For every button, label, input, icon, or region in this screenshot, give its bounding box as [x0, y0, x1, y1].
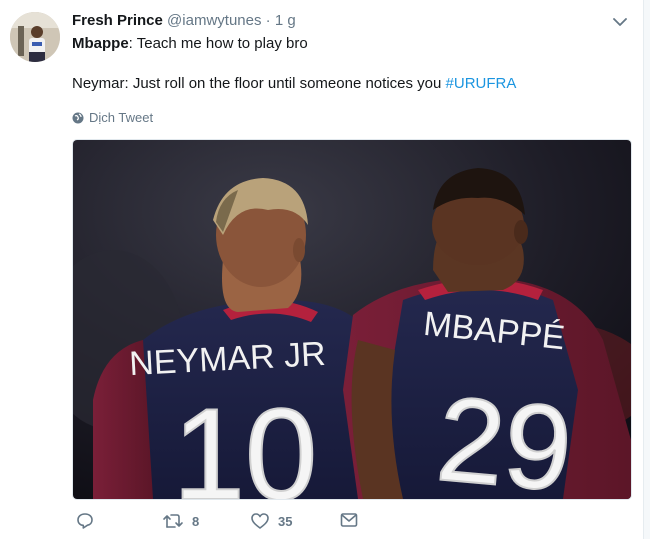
envelope-icon	[340, 513, 358, 527]
tweet-card[interactable]: Fresh Prince @iamwytunes · 1 g Mbappe: T…	[0, 0, 650, 539]
globe-icon	[72, 112, 84, 123]
chevron-down-icon	[613, 18, 627, 26]
like-count: 35	[278, 513, 293, 529]
right-jersey-number: 29	[432, 372, 577, 499]
translate-label: Dịch Tweet	[89, 110, 154, 125]
retweet-count: 8	[192, 513, 200, 529]
tweet-line-2: Neymar: Just roll on the floor until som…	[72, 74, 622, 94]
retweet-icon	[163, 514, 183, 528]
reply-icon	[77, 513, 93, 529]
avatar[interactable]	[10, 12, 60, 62]
direct-message-button[interactable]	[340, 512, 358, 528]
tweet-photo[interactable]: NEYMAR JR 10 MBAPPÉ 29	[72, 139, 632, 500]
hashtag-link[interactable]: #URUFRA	[446, 75, 517, 92]
tweet-line-1: Mbappe: Teach me how to play bro	[72, 34, 622, 54]
reply-button[interactable]	[76, 512, 102, 530]
line-1-text: : Teach me how to play bro	[128, 35, 308, 52]
username[interactable]: @iamwytunes	[167, 12, 261, 29]
tweet-header: Fresh Prince @iamwytunes · 1 g	[72, 12, 296, 30]
left-jersey-number: 10	[173, 381, 318, 499]
retweet-button[interactable]: 8	[162, 512, 199, 530]
like-button[interactable]: 35	[250, 512, 292, 530]
speaker-name: Mbappe	[72, 35, 129, 52]
line-2-text: Neymar: Just roll on the floor until som…	[72, 75, 446, 92]
heart-icon	[251, 513, 269, 529]
tweet-text: Mbappe: Teach me how to play bro Neymar:…	[72, 34, 622, 94]
football-players-photo: NEYMAR JR 10 MBAPPÉ 29	[73, 140, 631, 499]
translate-tweet-link[interactable]: Dịch Tweet	[72, 110, 153, 125]
time-separator: ·	[265, 12, 271, 29]
fullname[interactable]: Fresh Prince	[72, 12, 163, 29]
scrollbar[interactable]	[643, 0, 650, 539]
tweet-actions: 8 35	[72, 512, 630, 536]
more-options-button[interactable]	[610, 12, 630, 32]
timestamp[interactable]: 1 g	[275, 12, 296, 29]
